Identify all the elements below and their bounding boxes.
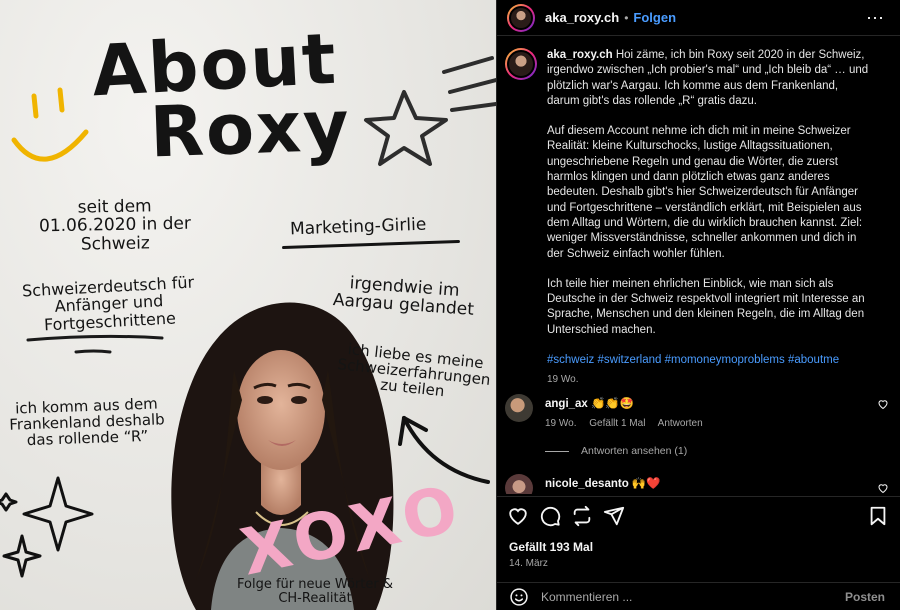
comment-icon[interactable] [539,505,561,527]
repost-icon[interactable] [571,505,593,527]
author-avatar[interactable] [507,3,535,32]
post-image[interactable]: About Roxy seit dem 01.06.2020 in der Sc… [0,0,496,610]
caption-paragraph-3: Ich teile hier meinen ehrlichen Einblick… [547,277,865,336]
commenter-username[interactable]: nicole_desanto [545,478,629,490]
post-actions [497,496,900,536]
post-date: 14. März [509,558,548,569]
save-bookmark-icon[interactable] [867,505,889,527]
caption-paragraph-2: Auf diesem Account nehme ich dich mit in… [547,125,863,260]
header-separator: • [624,10,629,25]
likes-count[interactable]: Gefällt 193 Mal [509,540,593,554]
comment-input[interactable] [541,589,845,604]
view-replies-button[interactable]: Antworten ansehen (1) [545,445,687,457]
like-heart-icon[interactable] [507,505,529,527]
follow-button[interactable]: Folgen [633,10,676,25]
sparkle-doodles [0,476,94,578]
poster-follow-text: Folge für neue Wörter & CH-Realität [237,577,393,607]
underline-doodle [26,334,164,354]
post-details-panel: aka_roxy.ch • Folgen ⋯ aka_roxy.ch Hoi z… [496,0,900,610]
add-comment-bar: Posten [497,582,900,610]
post-comment-button[interactable]: Posten [845,590,885,604]
poster-role-text: Marketing-Girlie [289,214,427,240]
comment-item: nicole_desanto 🙌❤️ [505,474,895,494]
commenter-avatar[interactable] [505,474,533,494]
more-options-icon[interactable]: ⋯ [866,8,885,29]
comment-likes[interactable]: Gefällt 1 Mal [589,418,645,429]
star-doodle [364,56,496,166]
poster-swiss-german-text: Schweizerdeutsch für Anfänger und Fortge… [21,272,195,334]
caption-avatar[interactable] [505,48,537,80]
caption: aka_roxy.ch Hoi zäme, ich bin Roxy seit … [505,48,895,388]
replies-line [545,450,569,452]
smiley-doodle [11,87,89,162]
poster-since-text: seit dem 01.06.2020 in der Schweiz [38,196,192,255]
comment-age: 19 Wo. [545,418,577,429]
comment-text: 👏👏🤩 [591,398,634,410]
post-view: About Roxy seit dem 01.06.2020 in der Sc… [0,0,900,610]
share-icon[interactable] [603,505,625,527]
caption-username[interactable]: aka_roxy.ch [547,49,613,61]
commenter-avatar[interactable] [505,394,533,422]
heart-icon[interactable] [877,482,889,494]
comment-text: 🙌❤️ [631,478,661,490]
post-header: aka_roxy.ch • Folgen ⋯ [497,0,900,36]
heart-icon[interactable] [877,398,889,410]
author-username[interactable]: aka_roxy.ch [545,10,619,25]
caption-hashtags[interactable]: #schweiz #switzerland #momoneymoproblems… [547,353,869,368]
caption-age: 19 Wo. [547,374,579,386]
poster-title-roxy: Roxy [148,84,353,174]
emoji-smiley-icon[interactable] [509,587,529,607]
commenter-username[interactable]: angi_ax [545,398,588,410]
view-replies-label: Antworten ansehen (1) [581,445,688,457]
comment-reply-button[interactable]: Antworten [658,418,703,429]
poster-frankenland-text: ich komm aus dem Frankenland deshalb das… [9,394,165,450]
arrow-doodle [398,416,490,484]
comment-item: angi_ax 👏👏🤩 19 Wo. Gefällt 1 Mal Antwort… [505,394,895,434]
